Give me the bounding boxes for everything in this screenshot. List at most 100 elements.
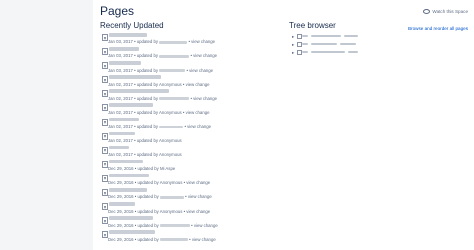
tree-node-label[interactable] <box>302 35 308 37</box>
updated-by-label: • updated by <box>134 95 159 101</box>
tree-node[interactable]: ▸ <box>292 41 382 49</box>
page-title-link[interactable] <box>109 159 143 164</box>
view-change-link[interactable]: • view change <box>185 194 212 199</box>
view-change-link[interactable]: • view change <box>189 237 216 242</box>
tree-browser: ▸ ▸ ▸ <box>292 33 382 57</box>
recent-item: Dec 29, 2016 • updated by Anonymous • vi… <box>102 202 272 216</box>
tree-node-label[interactable] <box>302 43 308 45</box>
view-change-link[interactable]: • view change <box>190 96 217 101</box>
updated-by-label: • updated by <box>134 152 159 158</box>
view-change-link[interactable]: • view change <box>183 82 210 87</box>
author-link[interactable] <box>159 97 190 100</box>
update-meta: Dec 29, 2016 • updated by Mi Aspe <box>108 166 175 171</box>
author-link[interactable]: Anonymous <box>160 180 183 185</box>
author-link[interactable]: Mi Aspe <box>160 166 175 171</box>
update-meta: Dec 29, 2016 • updated by Anonymous • vi… <box>108 180 210 185</box>
tree-node-label[interactable] <box>311 43 337 45</box>
updated-by-label: • updated by <box>134 123 159 129</box>
view-change-link[interactable]: • view change <box>184 124 211 129</box>
author-link[interactable]: Anonymous <box>159 82 182 87</box>
view-change-link[interactable]: • view change <box>191 223 218 228</box>
view-change-link[interactable]: • view change <box>188 39 215 44</box>
page-title-link[interactable] <box>109 89 169 93</box>
tree-node-label[interactable] <box>302 51 308 53</box>
page-title-link[interactable] <box>109 103 153 107</box>
update-date: Dec 29, 2016 <box>108 222 134 228</box>
recently-updated-heading: Recently Updated <box>100 21 164 30</box>
expand-toggle-icon[interactable]: ▸ <box>292 42 294 48</box>
author-link[interactable] <box>159 41 188 44</box>
view-change-link[interactable]: • view change <box>186 68 213 73</box>
tree-node[interactable]: ▸ <box>292 33 382 41</box>
author-link[interactable] <box>159 125 184 129</box>
update-meta: Jan 03, 2017 • updated by • view change <box>108 39 215 44</box>
updated-by-label: • updated by <box>134 39 159 45</box>
recent-item: Jan 02, 2017 • updated by Anonymous • vi… <box>102 103 272 117</box>
page-title-link[interactable] <box>109 117 139 122</box>
author-link[interactable]: Anonymous <box>159 110 182 115</box>
tree-node-label[interactable] <box>348 51 358 53</box>
recent-item: Dec 29, 2016 • updated by Anonymous • vi… <box>102 173 272 188</box>
page-title-link[interactable] <box>109 173 149 178</box>
tree-browser-heading: Tree browser <box>289 21 336 30</box>
updated-by-label: • updated by <box>134 236 159 242</box>
tree-node-label[interactable] <box>311 35 341 37</box>
update-meta: Jan 02, 2017 • updated by Anonymous <box>108 152 182 157</box>
tree-node-label[interactable] <box>340 43 356 45</box>
recently-updated-list: Jan 03, 2017 • updated by • view change J… <box>102 33 272 244</box>
author-link[interactable]: Anonymous <box>159 152 182 157</box>
author-link[interactable]: Anonymous <box>159 138 182 143</box>
updated-by-label: • updated by <box>134 53 159 59</box>
recent-item: Dec 29, 2016 • updated by Mi Aspe <box>102 159 272 174</box>
page-title-link[interactable] <box>109 202 135 206</box>
page-title-link[interactable] <box>109 33 147 37</box>
recent-item: Jan 02, 2017 • updated by • view change <box>102 117 272 132</box>
page-title-link[interactable] <box>109 47 139 51</box>
author-link[interactable] <box>159 69 186 72</box>
tree-node-label[interactable] <box>311 51 345 53</box>
author-link[interactable] <box>159 224 190 227</box>
page-title-link[interactable] <box>109 216 153 220</box>
updated-by-label: • updated by <box>134 222 159 228</box>
watch-space-button[interactable]: Watch this Space <box>423 9 468 15</box>
page-title-link[interactable] <box>109 230 155 234</box>
recent-item: Jan 02, 2017 • updated by Anonymous <box>102 145 272 160</box>
page-title-link[interactable] <box>109 188 147 192</box>
update-meta: Dec 29, 2016 • updated by • view change <box>108 194 212 199</box>
author-link[interactable] <box>159 196 184 199</box>
update-date: Jan 02, 2017 <box>108 138 133 144</box>
updated-by-label: • updated by <box>134 81 159 87</box>
author-link[interactable] <box>159 238 188 241</box>
update-date: Dec 29, 2016 <box>108 208 134 214</box>
browse-reorder-pages-link[interactable]: Browse and reorder all pages <box>408 26 468 31</box>
page-title-link[interactable] <box>109 75 161 79</box>
space-sidebar <box>0 0 93 250</box>
page-title: Pages <box>100 4 135 18</box>
update-date: Jan 02, 2017 <box>108 152 133 158</box>
page-title-link[interactable] <box>109 61 141 65</box>
recent-item: Dec 29, 2016 • updated by • view change <box>102 230 272 244</box>
author-link[interactable] <box>159 55 190 58</box>
update-meta: Jan 02, 2017 • updated by • view change <box>108 96 217 101</box>
expand-toggle-icon[interactable]: ▸ <box>292 50 294 56</box>
updated-by-label: • updated by <box>134 194 159 200</box>
update-meta: Jan 03, 2017 • updated by • view change <box>108 68 213 73</box>
main-content: Pages Watch this Space Recently Updated … <box>93 0 474 250</box>
update-date: Jan 02, 2017 <box>108 123 133 129</box>
view-change-link[interactable]: • view change <box>190 53 217 58</box>
view-change-link[interactable]: • view change <box>184 209 211 214</box>
page-title-link[interactable] <box>109 131 135 136</box>
recent-item: Jan 02, 2017 • updated by Anonymous <box>102 131 272 146</box>
view-change-link[interactable]: • view change <box>183 110 210 115</box>
tree-node-label[interactable] <box>344 35 358 37</box>
tree-node[interactable]: ▸ <box>292 49 382 57</box>
updated-by-label: • updated by <box>134 208 159 214</box>
author-link[interactable]: Anonymous <box>160 209 183 214</box>
update-meta: Dec 29, 2016 • updated by • view change <box>108 223 218 228</box>
expand-toggle-icon[interactable]: ▸ <box>292 34 294 40</box>
update-date: Dec 29, 2016 <box>108 166 134 172</box>
view-change-link[interactable]: • view change <box>184 180 211 185</box>
update-date: Jan 03, 2017 <box>108 39 133 45</box>
update-date: Dec 29, 2016 <box>108 194 134 200</box>
page-title-link[interactable] <box>109 145 129 150</box>
